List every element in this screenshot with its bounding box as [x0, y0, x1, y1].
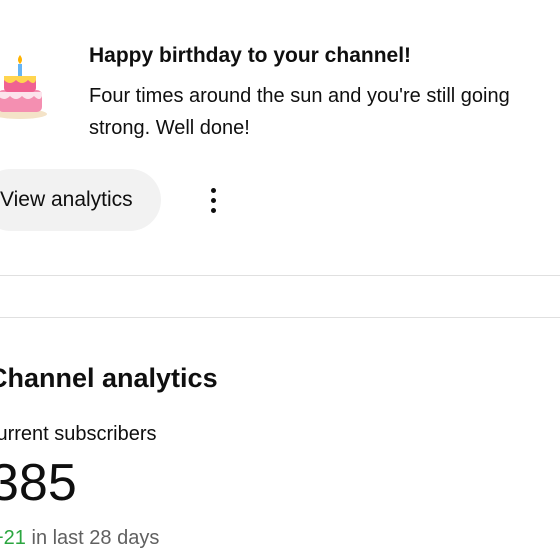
subscriber-change: +21 in last 28 days — [0, 524, 159, 552]
current-subscribers-label: Current subscribers — [0, 423, 157, 445]
studio-dashboard: Happy birthday to your channel! Four tim… — [0, 0, 560, 560]
channel-analytics-title: Channel analytics — [0, 363, 218, 393]
birthday-title: Happy birthday to your channel! — [89, 44, 412, 67]
birthday-cake-icon — [0, 55, 47, 119]
subscriber-change-period: in last 28 days — [25, 527, 160, 549]
view-analytics-button[interactable]: View analytics — [0, 169, 161, 231]
birthday-message: Four times around the sun and you're sti… — [89, 85, 510, 139]
more-vert-icon — [210, 187, 216, 213]
subscriber-count: 385 — [0, 454, 77, 512]
divider — [0, 275, 560, 276]
divider — [0, 317, 560, 318]
subscriber-change-value: +21 — [0, 527, 26, 549]
more-options-button[interactable] — [196, 180, 230, 220]
